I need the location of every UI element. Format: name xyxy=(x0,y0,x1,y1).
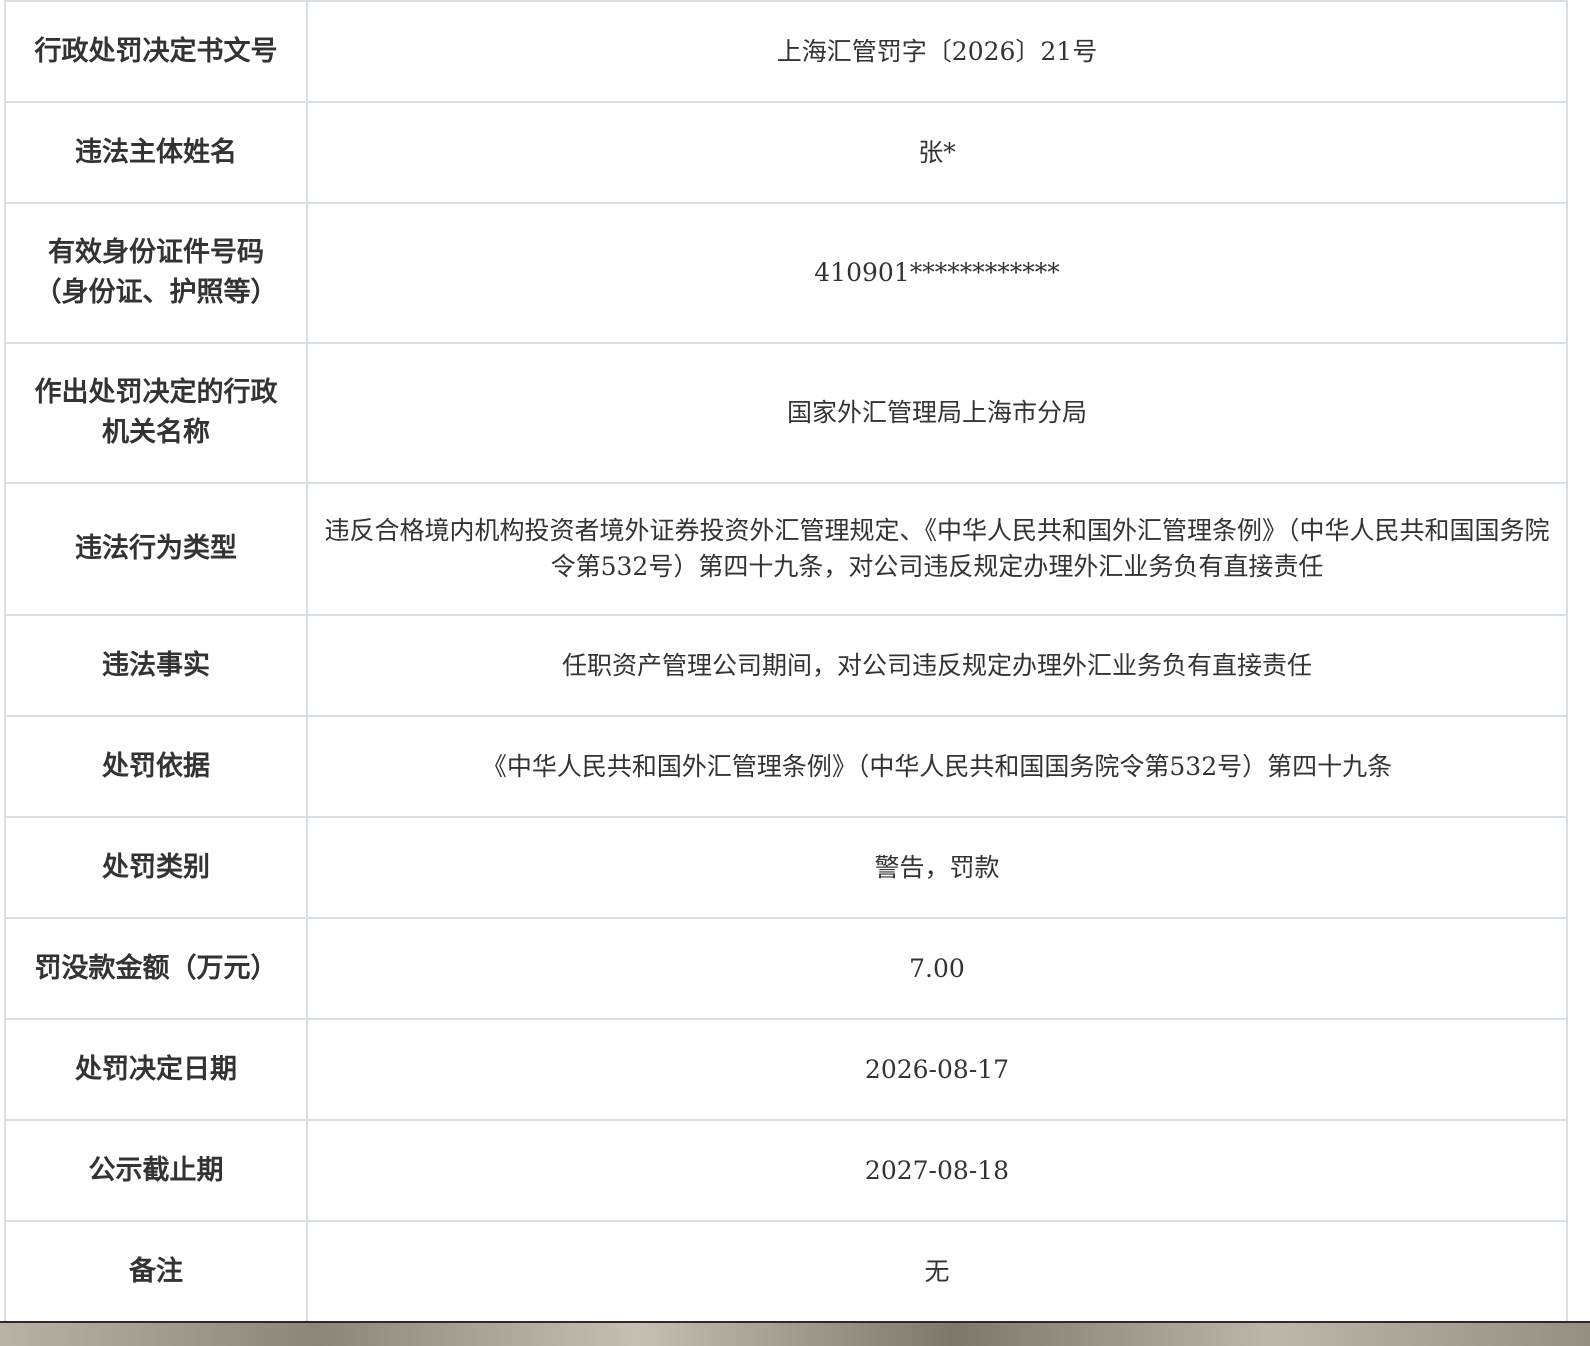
table-row: 有效身份证件号码（身份证、护照等） 410901************ xyxy=(4,202,1568,344)
row-label-decision-number: 行政处罚决定书文号 xyxy=(4,0,308,103)
row-value-id-number: 410901************ xyxy=(306,202,1568,344)
table-row: 作出处罚决定的行政机关名称 国家外汇管理局上海市分局 xyxy=(4,342,1568,484)
row-value-penalty-category: 警告，罚款 xyxy=(306,816,1568,919)
row-label-violation-facts: 违法事实 xyxy=(4,614,308,717)
row-label-authority: 作出处罚决定的行政机关名称 xyxy=(4,342,308,484)
penalty-table: 行政处罚决定书文号 上海汇管罚字〔2026〕21号 违法主体姓名 张* 有效身份… xyxy=(4,0,1568,1323)
row-value-publicity-deadline: 2027-08-18 xyxy=(306,1119,1568,1222)
row-label-remarks: 备注 xyxy=(4,1220,308,1323)
row-label-id-number: 有效身份证件号码（身份证、护照等） xyxy=(4,202,308,344)
row-label-publicity-deadline: 公示截止期 xyxy=(4,1119,308,1222)
row-value-remarks: 无 xyxy=(306,1220,1568,1323)
row-value-authority: 国家外汇管理局上海市分局 xyxy=(306,342,1568,484)
row-label-fine-amount: 罚没款金额（万元） xyxy=(4,917,308,1020)
table-row: 罚没款金额（万元） 7.00 xyxy=(4,917,1568,1020)
row-value-penalty-basis: 《中华人民共和国外汇管理条例》（中华人民共和国国务院令第532号）第四十九条 xyxy=(306,715,1568,818)
page-bottom-strip xyxy=(0,1323,1590,1346)
table-row: 处罚决定日期 2026-08-17 xyxy=(4,1018,1568,1121)
row-label-party-name: 违法主体姓名 xyxy=(4,101,308,204)
table-row: 处罚类别 警告，罚款 xyxy=(4,816,1568,919)
row-label-penalty-basis: 处罚依据 xyxy=(4,715,308,818)
table-row: 违法事实 任职资产管理公司期间，对公司违反规定办理外汇业务负有直接责任 xyxy=(4,614,1568,717)
row-value-fine-amount: 7.00 xyxy=(306,917,1568,1020)
table-row: 行政处罚决定书文号 上海汇管罚字〔2026〕21号 xyxy=(4,0,1568,103)
row-value-violation-facts: 任职资产管理公司期间，对公司违反规定办理外汇业务负有直接责任 xyxy=(306,614,1568,717)
penalty-record: 行政处罚决定书文号 上海汇管罚字〔2026〕21号 违法主体姓名 张* 有效身份… xyxy=(4,0,1568,1323)
row-value-party-name: 张* xyxy=(306,101,1568,204)
row-label-violation-type: 违法行为类型 xyxy=(4,482,308,616)
row-value-decision-number: 上海汇管罚字〔2026〕21号 xyxy=(306,0,1568,103)
table-row: 备注 无 xyxy=(4,1220,1568,1323)
table-row: 违法行为类型 违反合格境内机构投资者境外证券投资外汇管理规定、《中华人民共和国外… xyxy=(4,482,1568,616)
table-row: 公示截止期 2027-08-18 xyxy=(4,1119,1568,1222)
row-label-penalty-category: 处罚类别 xyxy=(4,816,308,919)
table-row: 处罚依据 《中华人民共和国外汇管理条例》（中华人民共和国国务院令第532号）第四… xyxy=(4,715,1568,818)
row-value-violation-type: 违反合格境内机构投资者境外证券投资外汇管理规定、《中华人民共和国外汇管理条例》（… xyxy=(306,482,1568,616)
row-value-decision-date: 2026-08-17 xyxy=(306,1018,1568,1121)
table-row: 违法主体姓名 张* xyxy=(4,101,1568,204)
row-label-decision-date: 处罚决定日期 xyxy=(4,1018,308,1121)
